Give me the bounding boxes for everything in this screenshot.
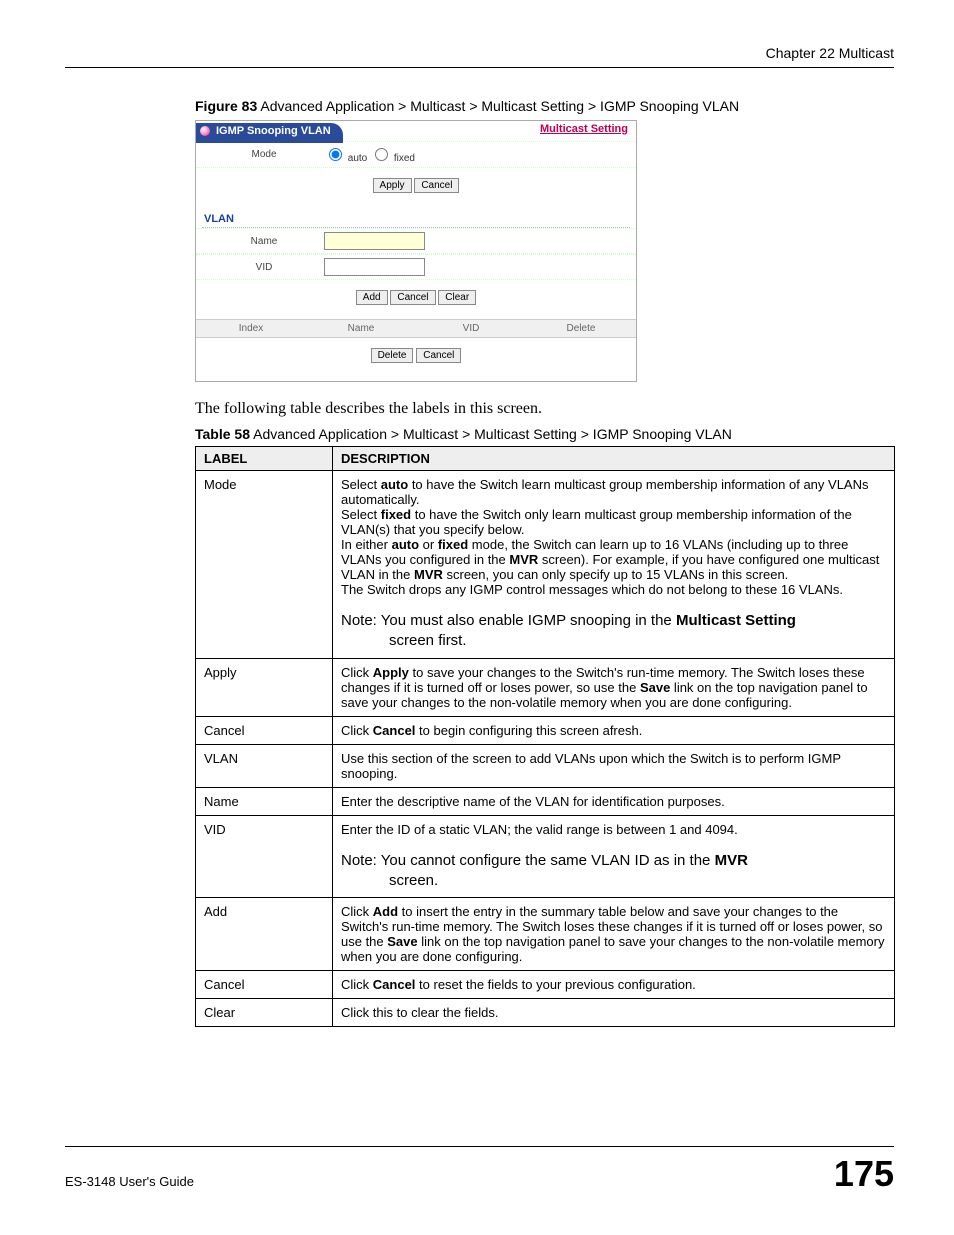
row-add: Add Click Add to insert the entry in the… — [196, 898, 895, 971]
footer-rule — [65, 1146, 894, 1147]
row-cancel: Cancel Click Cancel to begin configuring… — [196, 716, 895, 744]
list-header: Index Name VID Delete — [196, 319, 636, 338]
footer-guide: ES-3148 User's Guide — [65, 1174, 194, 1189]
tab-bar: IGMP Snooping VLAN Multicast Setting — [196, 121, 636, 141]
cell-desc: Click Apply to save your changes to the … — [333, 658, 895, 716]
row-apply: Apply Click Apply to save your changes t… — [196, 658, 895, 716]
col-index: Index — [196, 320, 306, 337]
section-vlan: VLAN — [196, 207, 636, 227]
cell-label: Add — [196, 898, 333, 971]
cell-desc: Select auto to have the Switch learn mul… — [333, 471, 895, 659]
figure-caption: Figure 83 Advanced Application > Multica… — [195, 98, 894, 114]
row-vid: VID Enter the ID of a static VLAN; the v… — [196, 815, 895, 898]
button-row-2: Add Cancel Clear — [196, 280, 636, 319]
add-button[interactable]: Add — [356, 290, 388, 305]
row-vid: VID — [196, 254, 636, 280]
intro-text: The following table describes the labels… — [195, 400, 894, 418]
cell-desc: Enter the ID of a static VLAN; the valid… — [333, 815, 895, 898]
apply-button[interactable]: Apply — [373, 178, 412, 193]
col-vid: VID — [416, 320, 526, 337]
cell-label: VID — [196, 815, 333, 898]
radio-auto[interactable] — [329, 148, 342, 161]
row-mode: Mode Select auto to have the Switch lear… — [196, 471, 895, 659]
clear-button[interactable]: Clear — [438, 290, 476, 305]
cancel-button[interactable]: Cancel — [414, 178, 459, 193]
cell-desc: Use this section of the screen to add VL… — [333, 744, 895, 787]
screenshot: IGMP Snooping VLAN Multicast Setting Mod… — [195, 120, 637, 382]
page-footer: ES-3148 User's Guide 175 — [65, 1138, 894, 1195]
label-mode: Mode — [204, 149, 324, 160]
cell-desc: Click Cancel to reset the fields to your… — [333, 971, 895, 999]
radio-auto-label: auto — [348, 153, 367, 164]
radio-fixed[interactable] — [375, 148, 388, 161]
col-delete: Delete — [526, 320, 636, 337]
col-name: Name — [306, 320, 416, 337]
table-number: Table 58 — [195, 426, 250, 442]
row-name: Name — [196, 228, 636, 254]
cell-desc: Click Add to insert the entry in the sum… — [333, 898, 895, 971]
delete-button[interactable]: Delete — [371, 348, 414, 363]
note: Note: You cannot configure the same VLAN… — [341, 851, 886, 892]
row-name: Name Enter the descriptive name of the V… — [196, 787, 895, 815]
label-vid: VID — [204, 262, 324, 273]
cell-label: VLAN — [196, 744, 333, 787]
page-number: 175 — [834, 1153, 894, 1195]
note: Note: You must also enable IGMP snooping… — [341, 611, 886, 652]
th-label: LABEL — [196, 447, 333, 471]
cell-label: Cancel — [196, 971, 333, 999]
radio-fixed-label: fixed — [394, 153, 415, 164]
input-vid[interactable] — [324, 258, 425, 276]
tab-igmp-snooping-vlan[interactable]: IGMP Snooping VLAN — [196, 123, 343, 143]
row-clear: Clear Click this to clear the fields. — [196, 999, 895, 1027]
table-caption: Table 58 Advanced Application > Multicas… — [195, 426, 894, 442]
input-name[interactable] — [324, 232, 425, 250]
cancel-button-2[interactable]: Cancel — [390, 290, 435, 305]
description-table: LABEL DESCRIPTION Mode Select auto to ha… — [195, 446, 895, 1027]
chapter-header: Chapter 22 Multicast — [65, 45, 894, 61]
label-name: Name — [204, 236, 324, 247]
cell-label: Cancel — [196, 716, 333, 744]
button-row-1: Apply Cancel — [196, 168, 636, 207]
header-rule — [65, 67, 894, 68]
cell-label: Clear — [196, 999, 333, 1027]
cell-desc: Click Cancel to begin configuring this s… — [333, 716, 895, 744]
row-mode: Mode auto fixed — [196, 141, 636, 168]
table-caption-text: Advanced Application > Multicast > Multi… — [250, 426, 732, 442]
cancel-button-3[interactable]: Cancel — [416, 348, 461, 363]
button-row-3: Delete Cancel — [196, 338, 636, 377]
figure-number: Figure 83 — [195, 98, 257, 114]
figure-caption-text: Advanced Application > Multicast > Multi… — [257, 98, 739, 114]
th-description: DESCRIPTION — [333, 447, 895, 471]
cell-label: Apply — [196, 658, 333, 716]
cell-label: Name — [196, 787, 333, 815]
cell-desc: Enter the descriptive name of the VLAN f… — [333, 787, 895, 815]
link-multicast-setting[interactable]: Multicast Setting — [540, 123, 628, 135]
row-vlan: VLAN Use this section of the screen to a… — [196, 744, 895, 787]
row-cancel2: Cancel Click Cancel to reset the fields … — [196, 971, 895, 999]
cell-desc: Click this to clear the fields. — [333, 999, 895, 1027]
cell-label: Mode — [196, 471, 333, 659]
